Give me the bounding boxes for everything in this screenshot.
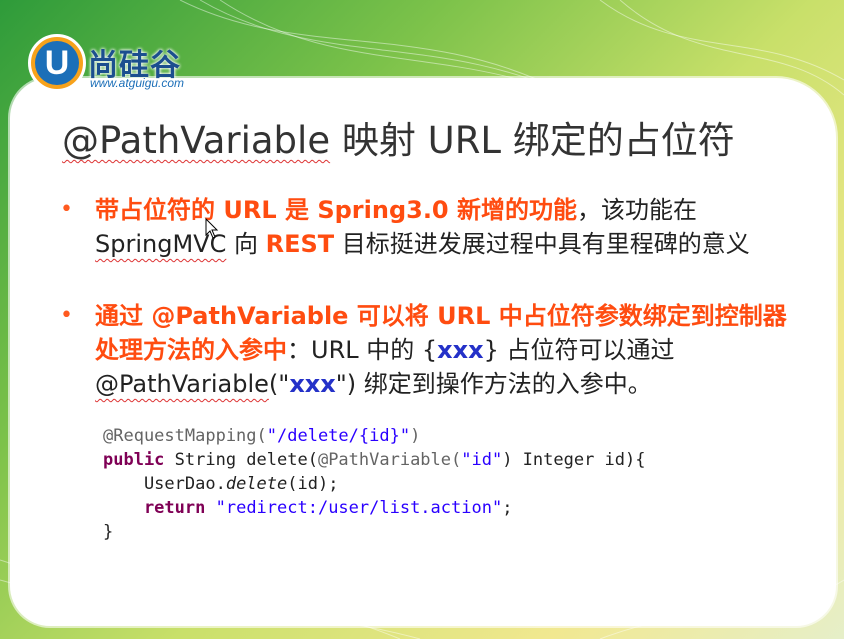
bullet-1: • 带占位符的 URL 是 Spring3.0 新增的功能，该功能在Spring… (60, 193, 800, 261)
code-punct: ) (410, 426, 421, 446)
code-line-3: UserDao.delete(id); (103, 472, 646, 496)
logo-u-badge: U (28, 34, 86, 92)
code-text: UserDao. (103, 474, 226, 494)
bullet-1-text-c: 目标挺进发展过程中具有里程碑的意义 (334, 230, 750, 258)
bullet-1-text-b: 向 (226, 230, 266, 258)
code-string: "/delete/{id}" (266, 426, 411, 446)
code-text: String delete( (164, 450, 318, 470)
logo-u-letter: U (35, 41, 79, 85)
bullet-1-text-a: ，该功能在 (577, 196, 697, 224)
code-method: delete (225, 474, 288, 494)
bullet-1-marker: • (60, 197, 73, 222)
bullet-2-xxx-1: xxx (437, 336, 484, 364)
code-text: (id); (287, 474, 339, 494)
code-keyword: public (103, 450, 165, 470)
code-text: ) Integer id){ (502, 450, 646, 470)
mouse-cursor-icon (205, 218, 219, 239)
code-keyword: return (103, 498, 206, 518)
bullet-2-text-d: ") 绑定到操作方法的入参中。 (335, 370, 652, 398)
code-line-1: @RequestMapping("/delete/{id}") (103, 424, 646, 448)
bullet-2-pathvariable: @PathVariable (95, 370, 269, 398)
title-annotation: @PathVariable (62, 119, 331, 162)
bullet-2-marker: • (60, 303, 73, 328)
code-line-2: public String delete(@PathVariable("id")… (103, 448, 646, 472)
slide-title: @PathVariable 映射 URL 绑定的占位符 (62, 110, 735, 164)
code-punct: ; (502, 498, 513, 518)
code-string: "redirect:/user/list.action" (215, 498, 503, 518)
bullet-2-text-a: ：URL 中的 { (287, 336, 438, 364)
bullet-1-highlight: 带占位符的 URL 是 Spring3.0 新增的功能 (95, 196, 577, 224)
code-annotation: @PathVariable( (317, 450, 462, 470)
atguigu-logo: U 尚硅谷 www.atguigu.com (28, 34, 228, 98)
bullet-2-text-c: (" (268, 370, 290, 398)
logo-url: www.atguigu.com (90, 76, 185, 90)
code-annotation: @RequestMapping( (103, 426, 267, 446)
bullet-2-xxx-2: xxx (289, 370, 336, 398)
code-snippet: @RequestMapping("/delete/{id}") public St… (103, 424, 646, 544)
code-string: "id" (461, 450, 503, 470)
bullet-2: • 通过 @PathVariable 可以将 URL 中占位符参数绑定到控制器处… (60, 299, 800, 401)
title-rest: 映射 URL 绑定的占位符 (330, 119, 735, 162)
code-line-4: return "redirect:/user/list.action"; (103, 496, 646, 520)
bullet-1-rest: REST (265, 230, 335, 258)
code-line-5: } (103, 522, 114, 542)
bullet-2-text-b: } 占位符可以通过 (483, 336, 675, 364)
